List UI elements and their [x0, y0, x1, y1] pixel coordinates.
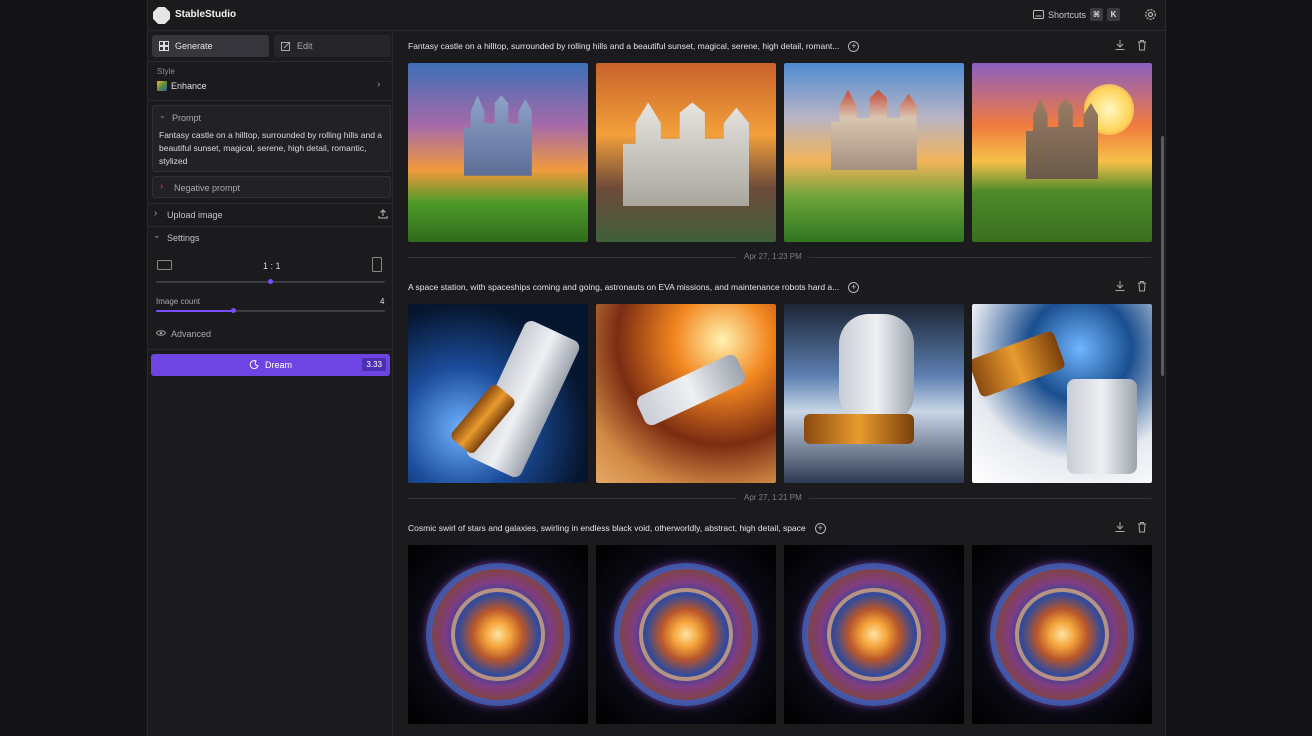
prompt-box[interactable]: ⌄ Prompt Fantasy castle on a hilltop, su…: [152, 105, 391, 172]
settings-header[interactable]: ⌄ Settings: [148, 230, 393, 246]
portrait-icon[interactable]: [372, 257, 382, 272]
image-count-slider-thumb[interactable]: [231, 308, 236, 313]
divider: [148, 61, 393, 62]
landscape-icon[interactable]: [157, 260, 172, 270]
generation-actions: [1114, 39, 1148, 51]
chevron-down-icon: ⌄: [159, 111, 166, 120]
edit-icon: [281, 41, 291, 51]
generation-header: A space station, with spaceships coming …: [408, 279, 1148, 295]
plus-circle-icon[interactable]: +: [814, 522, 826, 534]
generation-prompt[interactable]: A space station, with spaceships coming …: [408, 282, 839, 292]
generation-actions: [1114, 521, 1148, 533]
eye-icon: [156, 330, 166, 336]
gear-icon[interactable]: [1144, 8, 1157, 21]
logo-icon: [153, 7, 170, 24]
tab-edit[interactable]: Edit: [274, 35, 391, 57]
image-grid: [408, 545, 1152, 724]
chevron-right-icon: ›: [377, 79, 381, 90]
style-value: Enhance: [171, 81, 207, 91]
generation-header: Cosmic swirl of stars and galaxies, swir…: [408, 520, 1148, 536]
aspect-ratio-value: 1 : 1: [263, 261, 281, 271]
image-grid: [408, 304, 1152, 483]
generated-image[interactable]: [596, 304, 776, 483]
generation-header: Fantasy castle on a hilltop, surrounded …: [408, 38, 1148, 54]
generated-image[interactable]: [972, 545, 1152, 724]
timestamp: Apr 27, 1:23 PM: [737, 252, 809, 261]
trash-icon[interactable]: [1136, 521, 1148, 533]
generated-image[interactable]: [784, 304, 964, 483]
image-count-value: 4: [380, 297, 385, 306]
tab-generate[interactable]: Generate: [152, 35, 269, 57]
upload-image-row[interactable]: › Upload image: [148, 207, 393, 223]
generated-image[interactable]: [784, 545, 964, 724]
generated-image[interactable]: [596, 63, 776, 242]
top-bar: StableStudio Shortcuts ⌘ K: [148, 0, 1165, 31]
image-grid: [408, 63, 1152, 242]
generated-image[interactable]: [408, 63, 588, 242]
generation-prompt[interactable]: Fantasy castle on a hilltop, surrounded …: [408, 41, 839, 51]
negative-prompt-toggle[interactable]: › Negative prompt: [152, 176, 391, 198]
shortcuts-label: Shortcuts: [1047, 9, 1086, 20]
generated-image[interactable]: [408, 545, 588, 724]
style-thumbnail: [157, 81, 167, 91]
chevron-down-icon: ⌄: [153, 230, 161, 240]
generate-icon: [159, 41, 169, 51]
keyboard-icon: [1032, 10, 1044, 19]
k-key: K: [1107, 8, 1120, 21]
advanced-toggle[interactable]: Advanced: [148, 327, 393, 341]
generated-image[interactable]: [596, 545, 776, 724]
download-icon[interactable]: [1114, 521, 1126, 533]
chevron-right-icon: ›: [154, 208, 158, 219]
generated-image[interactable]: [784, 63, 964, 242]
settings-label: Settings: [167, 233, 200, 243]
dream-button[interactable]: Dream 3.33: [151, 354, 390, 376]
divider: [148, 349, 393, 350]
image-count-label: Image count: [156, 297, 201, 306]
aspect-ratio-slider-thumb[interactable]: [268, 279, 273, 284]
timestamp: Apr 27, 1:21 PM: [737, 493, 809, 502]
download-icon[interactable]: [1114, 280, 1126, 292]
chevron-right-icon: ›: [160, 181, 164, 192]
app-title: StableStudio: [175, 9, 237, 20]
style-label: Style: [157, 67, 175, 76]
generated-image[interactable]: [972, 304, 1152, 483]
generation-actions: [1114, 280, 1148, 292]
style-selector[interactable]: Enhance ›: [148, 77, 393, 95]
divider: [148, 203, 393, 204]
prompt-textarea[interactable]: Fantasy castle on a hilltop, surrounded …: [159, 129, 387, 168]
upload-icon[interactable]: [378, 209, 388, 219]
download-icon[interactable]: [1114, 39, 1126, 51]
divider: [148, 100, 393, 101]
prompt-title: Prompt: [172, 113, 202, 123]
app-window: StableStudio Shortcuts ⌘ K Generate Edit…: [147, 0, 1166, 736]
tab-generate-label: Generate: [175, 41, 213, 51]
sidebar: Generate Edit Style Enhance › ⌄ Prompt F…: [148, 31, 393, 736]
dream-label: Dream: [264, 360, 292, 370]
mode-tabs: Generate Edit: [152, 35, 391, 57]
negative-prompt-label: Negative prompt: [174, 183, 241, 193]
divider: [148, 226, 393, 227]
dream-icon: [249, 360, 259, 370]
tab-edit-label: Edit: [297, 41, 313, 51]
shortcuts-button[interactable]: Shortcuts ⌘ K: [1032, 8, 1120, 21]
image-count-slider-fill: [156, 310, 233, 312]
gallery: Fantasy castle on a hilltop, surrounded …: [394, 31, 1165, 736]
scrollbar[interactable]: [1161, 136, 1164, 376]
generated-image[interactable]: [408, 304, 588, 483]
advanced-label: Advanced: [171, 329, 212, 339]
trash-icon[interactable]: [1136, 280, 1148, 292]
cmd-key: ⌘: [1090, 8, 1103, 21]
generation-prompt[interactable]: Cosmic swirl of stars and galaxies, swir…: [408, 523, 806, 533]
plus-circle-icon[interactable]: +: [848, 281, 860, 293]
plus-circle-icon[interactable]: +: [848, 40, 860, 52]
upload-image-label: Upload image: [167, 210, 223, 220]
dream-cost-badge: 3.33: [362, 358, 386, 371]
generated-image[interactable]: [972, 63, 1152, 242]
trash-icon[interactable]: [1136, 39, 1148, 51]
